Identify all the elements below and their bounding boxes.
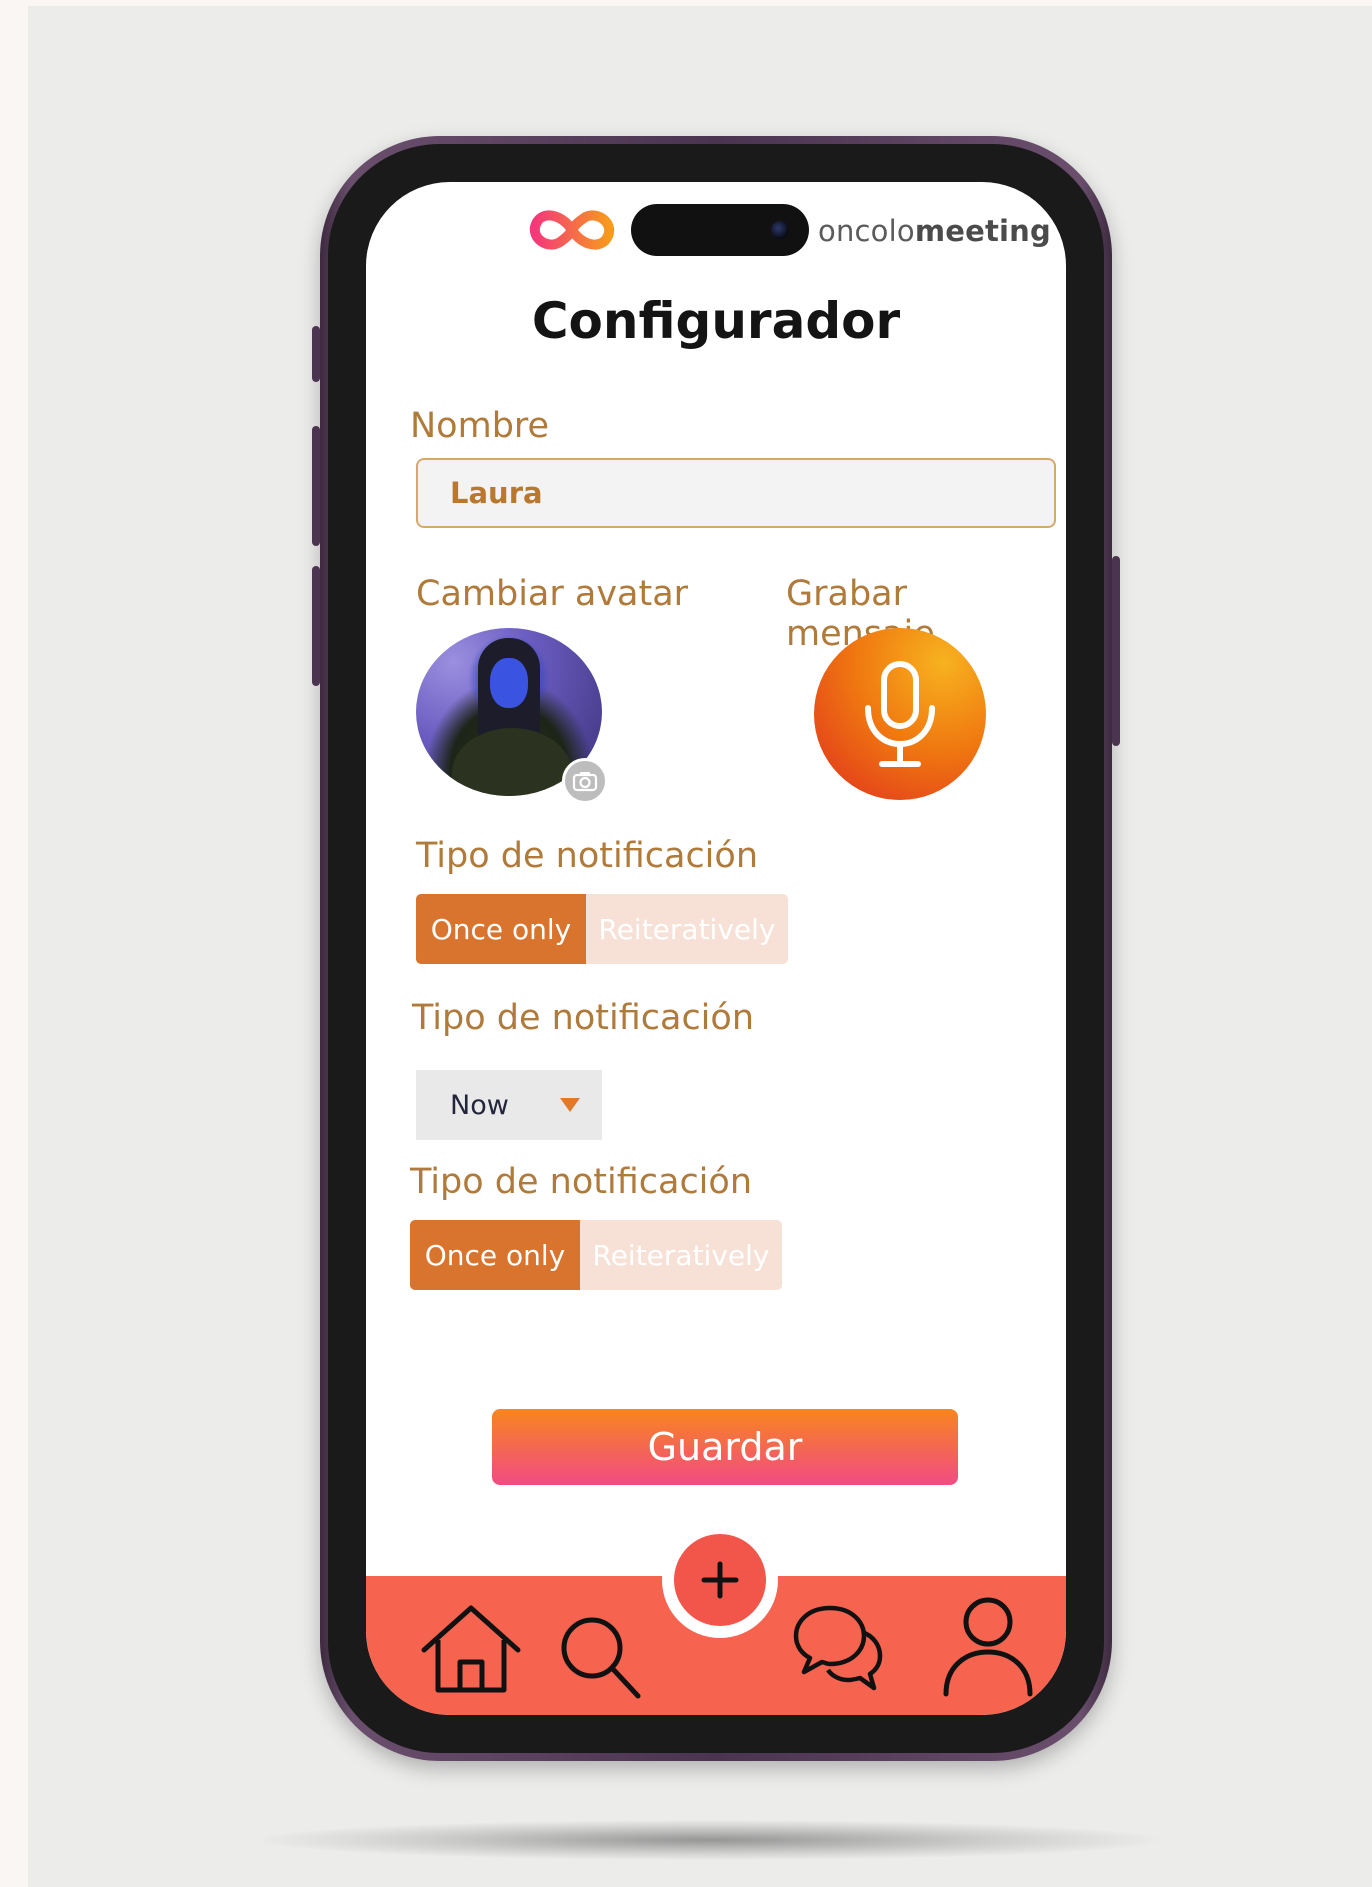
notification-time-value: Now: [450, 1089, 509, 1121]
search-icon[interactable]: [556, 1612, 646, 1702]
dynamic-island: [631, 204, 809, 256]
add-button[interactable]: [662, 1522, 778, 1638]
reiteratively-option-1[interactable]: Reiteratively: [586, 894, 788, 964]
avatar-coat: [452, 728, 572, 796]
reiteratively-option-3[interactable]: Reiteratively: [580, 1220, 782, 1290]
volume-down-button: [312, 566, 320, 686]
add-button-inner: [674, 1534, 766, 1626]
phone-bezel: oncolomeeting Configurador Nombre Laura …: [328, 144, 1104, 1753]
avatar-label: Cambiar avatar: [416, 574, 689, 614]
save-button[interactable]: Guardar: [492, 1409, 958, 1485]
phone-shadow: [260, 1820, 1160, 1860]
once-only-option-1[interactable]: Once only: [416, 894, 586, 964]
notification-type-label-1: Tipo de notificación: [416, 836, 759, 876]
camera-icon[interactable]: [562, 758, 608, 804]
app-screen: oncolomeeting Configurador Nombre Laura …: [366, 182, 1066, 1715]
name-label: Nombre: [410, 406, 550, 446]
infinity-logo-icon: [529, 210, 615, 250]
notification-type-label-3: Tipo de notificación: [410, 1162, 753, 1202]
brand-bold: meeting: [914, 214, 1051, 248]
notification-toggle-1: Once only Reiteratively: [416, 894, 788, 964]
dropdown-arrow-icon: [560, 1098, 580, 1112]
add-icon: [701, 1561, 739, 1599]
brand-light: oncolo: [818, 214, 915, 248]
power-button: [1112, 556, 1120, 746]
page-title: Configurador: [531, 292, 901, 350]
brand-name: oncolomeeting: [818, 214, 1051, 248]
silent-switch: [312, 326, 320, 382]
phone-mockup: oncolomeeting Configurador Nombre Laura …: [312, 136, 1120, 1761]
chat-icon[interactable]: [790, 1602, 886, 1692]
notification-toggle-3: Once only Reiteratively: [410, 1220, 782, 1290]
notification-time-select[interactable]: Now: [416, 1070, 602, 1140]
microphone-icon: [865, 661, 935, 767]
name-input[interactable]: Laura: [416, 458, 1056, 528]
once-only-option-3[interactable]: Once only: [410, 1220, 580, 1290]
notification-type-label-2: Tipo de notificación: [412, 998, 755, 1038]
profile-icon[interactable]: [938, 1592, 1038, 1698]
volume-up-button: [312, 426, 320, 546]
home-icon[interactable]: [416, 1598, 526, 1698]
record-message-button[interactable]: [814, 628, 986, 800]
avatar-face: [490, 658, 528, 708]
front-camera: [771, 221, 789, 239]
